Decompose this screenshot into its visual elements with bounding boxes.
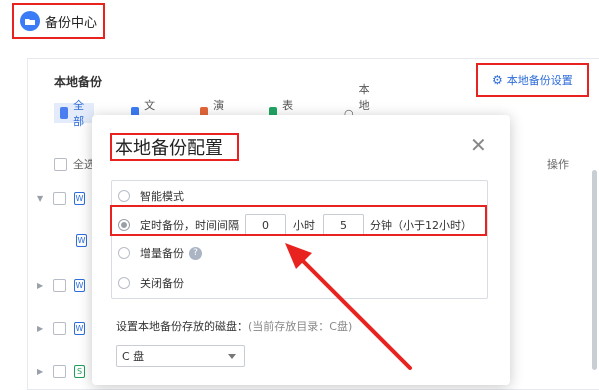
radio-smart[interactable]	[118, 190, 130, 202]
caret-down-icon[interactable]: ▼	[37, 194, 49, 203]
sheet-file-icon: S	[74, 365, 85, 378]
table-header-select-all[interactable]: 全选	[54, 156, 95, 172]
word-file-icon: W	[74, 279, 85, 292]
app-title-box[interactable]: 备份中心	[12, 3, 105, 39]
section-title: 本地备份	[54, 75, 103, 89]
table-row[interactable]: ▶ W	[37, 322, 85, 335]
select-all-checkbox[interactable]	[54, 157, 67, 171]
disk-label: 设置本地备份存放的磁盘：	[116, 320, 248, 333]
local-backup-settings-button[interactable]: ⚙ 本地备份设置	[476, 63, 589, 97]
radio-incremental[interactable]	[118, 247, 130, 259]
app-title: 备份中心	[45, 15, 98, 31]
radio-off[interactable]	[118, 277, 130, 289]
help-icon[interactable]: ?	[189, 246, 202, 260]
row-checkbox[interactable]	[53, 322, 66, 335]
row-checkbox[interactable]	[53, 279, 66, 292]
disk-select[interactable]: C 盘	[116, 345, 245, 367]
row-checkbox[interactable]	[53, 365, 66, 378]
disk-selected-value: C 盘	[122, 350, 145, 363]
table-row[interactable]: ▶ S	[37, 365, 85, 378]
ops-header: 操作	[547, 158, 569, 171]
word-file-icon: W	[74, 192, 85, 205]
caret-right-icon[interactable]: ▶	[37, 281, 49, 290]
caret-right-icon[interactable]: ▶	[37, 367, 49, 376]
caret-right-icon[interactable]: ▶	[37, 324, 49, 333]
table-row[interactable]: W	[76, 234, 87, 247]
table-row[interactable]: ▶ W	[37, 279, 85, 292]
top-bar: 备份中心	[0, 0, 599, 45]
disk-hint: (当前存放目录：C盘)	[248, 320, 353, 333]
tab-all[interactable]: 全部	[54, 99, 94, 128]
backup-config-dialog: 本地备份配置 ✕ 智能模式 定时备份，时间间隔 小时 分钟（小于12小时） 增量…	[92, 115, 510, 385]
tab-all-label: 全部	[73, 99, 85, 128]
option-off-label: 关闭备份	[140, 277, 184, 290]
timed-backup-highlight	[110, 205, 487, 236]
backup-cloud-icon	[20, 11, 40, 31]
list-icon	[60, 107, 69, 119]
word-file-icon: W	[76, 234, 87, 247]
option-incremental-label: 增量备份	[140, 247, 184, 260]
row-checkbox[interactable]	[53, 192, 66, 205]
disk-label-row: 设置本地备份存放的磁盘：(当前存放目录：C盘)	[116, 318, 352, 334]
backup-mode-options: 智能模式 定时备份，时间间隔 小时 分钟（小于12小时） 增量备份 ? 关闭备份	[111, 180, 488, 299]
option-incremental[interactable]: 增量备份 ?	[118, 245, 202, 261]
word-file-icon: W	[74, 322, 85, 335]
close-icon[interactable]: ✕	[470, 135, 487, 155]
option-off[interactable]: 关闭备份	[118, 275, 184, 291]
scrollbar[interactable]	[592, 170, 597, 370]
option-smart-label: 智能模式	[140, 190, 184, 203]
table-row[interactable]: ▼ W	[37, 192, 85, 205]
settings-label: 本地备份设置	[506, 74, 573, 87]
chevron-down-icon	[228, 354, 236, 359]
option-smart[interactable]: 智能模式	[118, 188, 184, 204]
gear-icon: ⚙	[492, 73, 503, 87]
dialog-title: 本地备份配置	[110, 133, 239, 161]
